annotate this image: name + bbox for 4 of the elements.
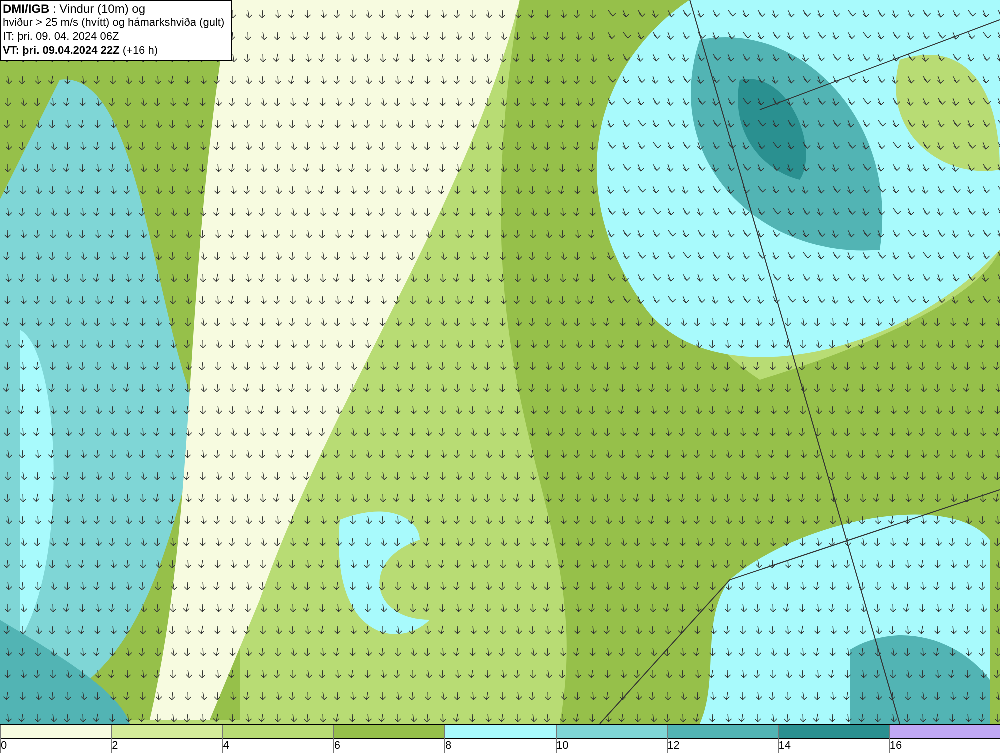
title-line: IT: þri. 09. 04. 2024 06Z <box>3 30 120 44</box>
title-line: hviður > 25 m/s (hvítt) og hámarkshviða (gult) <box>3 16 225 30</box>
title-line: VT: þri. 09.04.2024 22Z (+16 h) <box>3 44 160 58</box>
title-line: DMI/IGB : Vindur (10m) og <box>3 2 146 16</box>
